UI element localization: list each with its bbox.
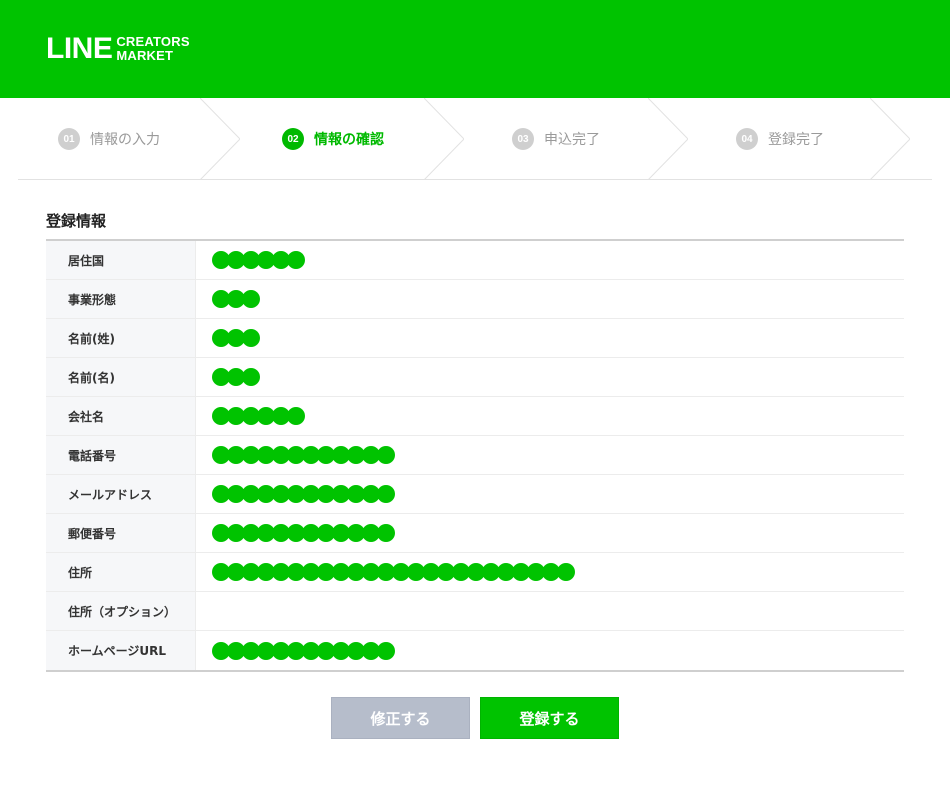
logo-main-text: LINE — [46, 32, 113, 65]
step-label: 登録完了 — [768, 132, 824, 148]
row-label: 住所 — [46, 553, 196, 591]
row-value — [196, 397, 904, 435]
masked-value — [212, 563, 575, 581]
progress-steps: 01 情報の入力 02 情報の確認 03 申込完了 04 登録完了 — [18, 98, 932, 180]
table-row: 事業形態 — [46, 280, 904, 319]
mask-dot — [242, 329, 260, 347]
row-label: 名前(名) — [46, 358, 196, 396]
row-value — [196, 592, 904, 630]
step-label: 情報の入力 — [90, 132, 160, 148]
table-row: ホームページURL — [46, 631, 904, 670]
row-label: 電話番号 — [46, 436, 196, 474]
step-label: 申込完了 — [544, 132, 600, 148]
row-value — [196, 358, 904, 396]
row-value — [196, 514, 904, 552]
table-row: 電話番号 — [46, 436, 904, 475]
edit-button[interactable]: 修正する — [331, 697, 470, 739]
row-value — [196, 631, 904, 670]
table-row: 名前(姓) — [46, 319, 904, 358]
step-separator-chevron-icon — [648, 98, 688, 180]
row-label: メールアドレス — [46, 475, 196, 513]
step-number: 04 — [736, 128, 758, 150]
section-title: 登録情報 — [46, 212, 107, 230]
logo-sub-text: CREATORS MARKET — [116, 35, 189, 63]
step-label: 情報の確認 — [314, 132, 384, 148]
table-row: メールアドレス — [46, 475, 904, 514]
table-row: 住所（オプション） — [46, 592, 904, 631]
masked-value — [212, 329, 260, 347]
masked-value — [212, 368, 260, 386]
mask-dot — [377, 446, 395, 464]
row-value — [196, 475, 904, 513]
step-number: 02 — [282, 128, 304, 150]
register-button[interactable]: 登録する — [480, 697, 619, 739]
step-4: 04 登録完了 — [736, 98, 824, 180]
table-row: 居住国 — [46, 241, 904, 280]
step-separator-chevron-icon — [870, 98, 910, 180]
row-label: 居住国 — [46, 241, 196, 279]
registration-info-table: 居住国 事業形態 名前(姓) 名前(名) 会社名 電話番号 メールアドレス 郵便番号 住所 住所（… — [46, 239, 904, 672]
step-separator-chevron-icon — [200, 98, 240, 180]
row-value — [196, 436, 904, 474]
row-label: 住所（オプション） — [46, 592, 196, 630]
mask-dot — [377, 641, 395, 660]
step-2: 02 情報の確認 — [282, 98, 384, 180]
row-label: 名前(姓) — [46, 319, 196, 357]
step-separator-chevron-icon — [424, 98, 464, 180]
mask-dot — [377, 485, 395, 503]
masked-value — [212, 290, 260, 308]
mask-dot — [242, 290, 260, 308]
masked-value — [212, 485, 395, 503]
masked-value — [212, 446, 395, 464]
row-label: 会社名 — [46, 397, 196, 435]
table-row: 郵便番号 — [46, 514, 904, 553]
masked-value — [212, 251, 305, 269]
row-value — [196, 319, 904, 357]
mask-dot — [242, 368, 260, 386]
row-label: 郵便番号 — [46, 514, 196, 552]
logo-sub-line-1: CREATORS — [116, 34, 190, 49]
masked-value — [212, 641, 395, 660]
row-label: ホームページURL — [46, 631, 196, 670]
masked-value — [212, 524, 395, 542]
table-row: 住所 — [46, 553, 904, 592]
mask-dot — [377, 524, 395, 542]
row-value — [196, 553, 904, 591]
line-creators-market-logo[interactable]: LINE CREATORS MARKET — [46, 34, 190, 64]
step-number: 01 — [58, 128, 80, 150]
row-label: 事業形態 — [46, 280, 196, 318]
masked-value — [212, 407, 305, 425]
row-value — [196, 280, 904, 318]
step-number: 03 — [512, 128, 534, 150]
table-row: 名前(名) — [46, 358, 904, 397]
mask-dot — [287, 251, 305, 269]
logo-sub-line-2: MARKET — [116, 48, 174, 63]
table-row: 会社名 — [46, 397, 904, 436]
step-1: 01 情報の入力 — [58, 98, 160, 180]
step-3: 03 申込完了 — [512, 98, 600, 180]
mask-dot — [557, 563, 575, 581]
mask-dot — [287, 407, 305, 425]
header-bar: LINE CREATORS MARKET — [0, 0, 950, 98]
row-value — [196, 241, 904, 279]
